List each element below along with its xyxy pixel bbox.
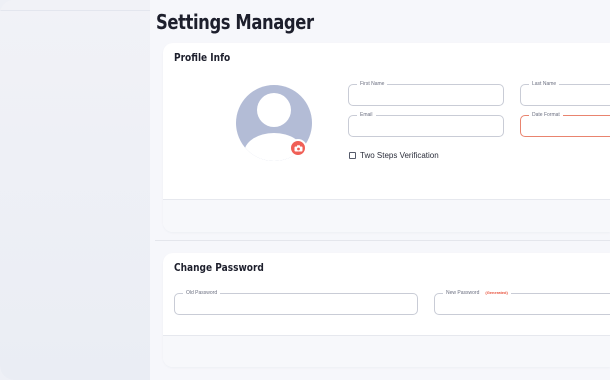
generated-tag: (Generated) xyxy=(485,290,508,295)
last-name-label: Last Name xyxy=(529,80,560,88)
profile-card-footer xyxy=(163,199,610,232)
first-name-label: First Name xyxy=(357,80,388,88)
sidebar xyxy=(0,0,150,380)
date-format-field[interactable]: Date Format xyxy=(520,111,610,137)
sidebar-divider xyxy=(0,10,150,11)
change-password-title: Change Password xyxy=(174,261,264,274)
old-password-field[interactable]: Old Password xyxy=(174,289,418,315)
section-divider xyxy=(155,240,610,241)
email-input[interactable] xyxy=(349,116,503,137)
date-format-input[interactable] xyxy=(521,116,610,137)
first-name-field[interactable]: First Name xyxy=(348,80,504,106)
profile-info-title: Profile Info xyxy=(174,51,231,64)
camera-icon[interactable] xyxy=(289,139,307,157)
last-name-input[interactable] xyxy=(521,85,610,106)
new-password-field[interactable]: New Password (Generated) xyxy=(434,289,610,315)
old-password-label: Old Password xyxy=(183,289,221,297)
page-title: Settings Manager xyxy=(156,10,314,34)
new-password-input[interactable] xyxy=(435,294,610,315)
password-card-footer xyxy=(163,335,610,367)
date-format-label: Date Format xyxy=(529,111,563,119)
first-name-input[interactable] xyxy=(349,85,503,106)
app-frame: Settings Manager Profile Info First Name… xyxy=(0,0,610,380)
email-field[interactable]: Email xyxy=(348,111,504,137)
profile-info-card: Profile Info First Name Last Name Email xyxy=(163,43,610,232)
last-name-field[interactable]: Last Name xyxy=(520,80,610,106)
two-step-verification-row[interactable]: Two Steps Verification xyxy=(349,151,439,160)
new-password-label-wrap: New Password (Generated) xyxy=(443,289,511,297)
avatar-head xyxy=(257,93,291,127)
camera-glyph xyxy=(294,144,302,151)
two-step-checkbox[interactable] xyxy=(349,152,356,159)
email-label: Email xyxy=(357,111,376,119)
old-password-input[interactable] xyxy=(175,294,417,315)
change-password-card: Change Password Old Password New Passwor… xyxy=(163,253,610,367)
new-password-label: New Password xyxy=(446,290,480,296)
two-step-label: Two Steps Verification xyxy=(360,151,439,160)
